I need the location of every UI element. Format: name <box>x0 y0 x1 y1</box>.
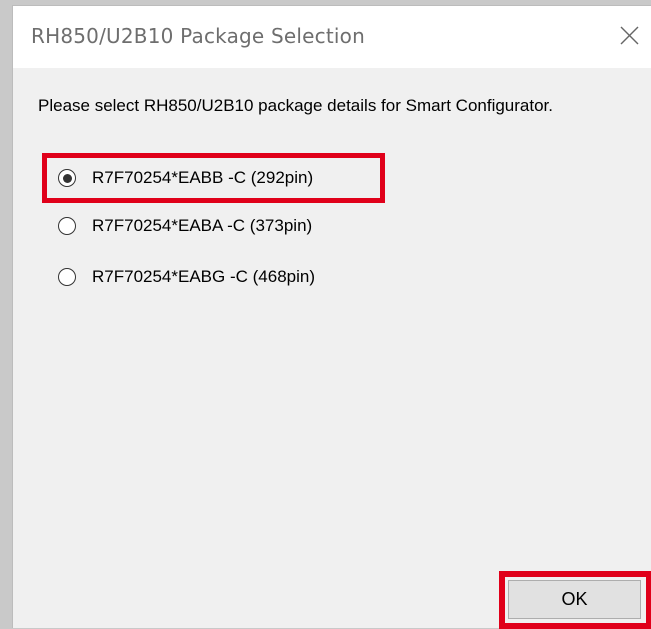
window-title: RH850/U2B10 Package Selection <box>31 24 365 48</box>
highlight-box-selected-option <box>42 153 385 203</box>
close-button[interactable] <box>611 18 647 54</box>
highlight-box-ok-button <box>499 571 651 629</box>
package-selection-dialog: RH850/U2B10 Package Selection Please sel… <box>12 5 651 629</box>
prompt-text: Please select RH850/U2B10 package detail… <box>38 96 553 115</box>
title-bar: RH850/U2B10 Package Selection <box>13 6 651 68</box>
radio-button-373pin[interactable] <box>58 217 76 235</box>
option-468pin[interactable]: R7F70254*EABG -C (468pin) <box>58 262 315 292</box>
option-label: R7F70254*EABG -C (468pin) <box>92 267 316 286</box>
radio-button-468pin[interactable] <box>58 268 76 286</box>
option-373pin[interactable]: R7F70254*EABA -C (373pin) <box>58 211 312 241</box>
option-label: R7F70254*EABA -C (373pin) <box>92 216 313 235</box>
close-icon <box>620 26 639 45</box>
